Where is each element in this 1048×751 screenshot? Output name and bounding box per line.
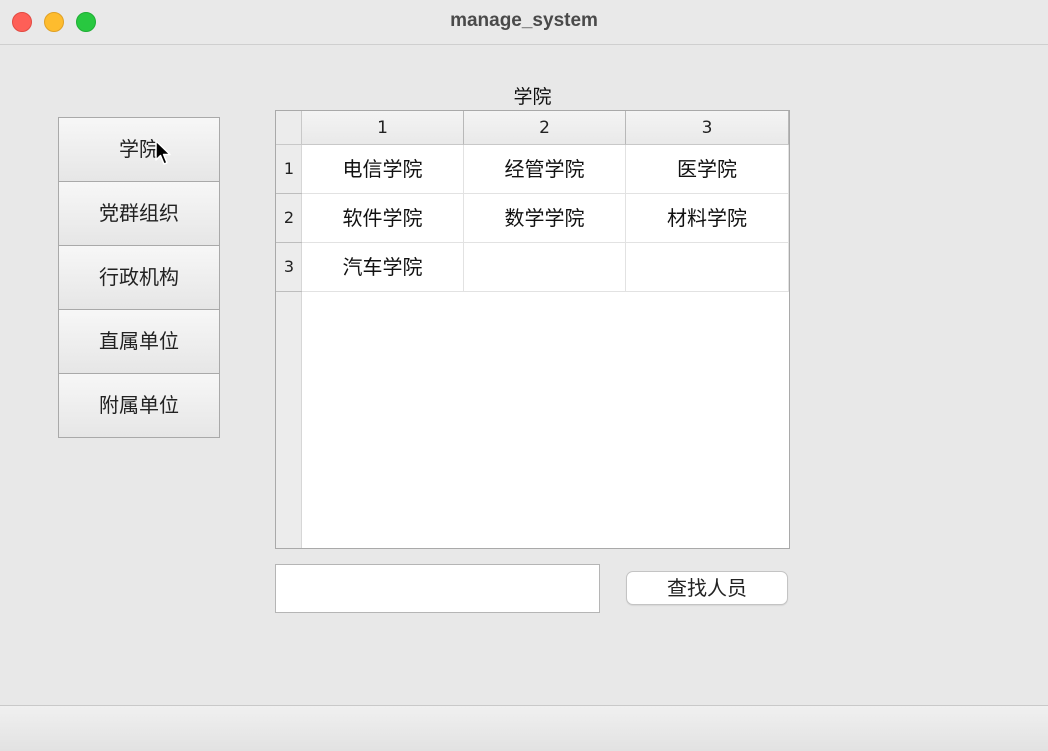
window-title: manage_system [450, 10, 598, 31]
title-bar: manage_system [0, 0, 1048, 45]
find-person-button[interactable]: 查找人员 [626, 571, 788, 605]
table-cell[interactable] [464, 243, 626, 292]
sidebar-item-direct-unit[interactable]: 直属单位 [58, 309, 220, 374]
table-cell[interactable]: 汽车学院 [302, 243, 464, 292]
table-cell[interactable]: 数学学院 [464, 194, 626, 243]
table-cell[interactable]: 电信学院 [302, 145, 464, 194]
status-bar [0, 705, 1048, 751]
mouse-pointer-icon [155, 140, 171, 165]
table-cell[interactable]: 经管学院 [464, 145, 626, 194]
sidebar-item-college[interactable]: 学院 [58, 117, 220, 182]
table-corner[interactable] [276, 111, 302, 145]
search-input[interactable] [275, 564, 600, 613]
data-table[interactable]: 1 2 3 1 2 3 电信学院 经管学院 医学院 软件学院 数学学院 材料学院… [275, 110, 790, 549]
column-header[interactable]: 1 [302, 111, 464, 145]
column-header[interactable]: 2 [464, 111, 626, 145]
app-window: manage_system 学院 党群组织 行政机构 直属单位 附属单位 学院 … [0, 0, 1048, 751]
table-caption: 学院 [513, 86, 552, 108]
sidebar-item-label: 附属单位 [99, 393, 179, 417]
sidebar-item-label: 学院 [119, 137, 159, 161]
table-cell[interactable]: 医学院 [626, 145, 789, 194]
sidebar-item-party-org[interactable]: 党群组织 [58, 181, 220, 246]
row-header[interactable]: 3 [276, 243, 302, 292]
column-header[interactable]: 3 [626, 111, 789, 145]
table-cell[interactable]: 软件学院 [302, 194, 464, 243]
row-header[interactable]: 1 [276, 145, 302, 194]
row-header[interactable]: 2 [276, 194, 302, 243]
sidebar-item-affiliated-unit[interactable]: 附属单位 [58, 373, 220, 438]
table-cell[interactable]: 材料学院 [626, 194, 789, 243]
table-cell[interactable] [626, 243, 789, 292]
sidebar-item-label: 党群组织 [99, 201, 179, 225]
sidebar-item-label: 直属单位 [99, 329, 179, 353]
sidebar-item-label: 行政机构 [99, 265, 179, 289]
sidebar: 学院 党群组织 行政机构 直属单位 附属单位 [58, 117, 220, 438]
sidebar-item-admin-org[interactable]: 行政机构 [58, 245, 220, 310]
